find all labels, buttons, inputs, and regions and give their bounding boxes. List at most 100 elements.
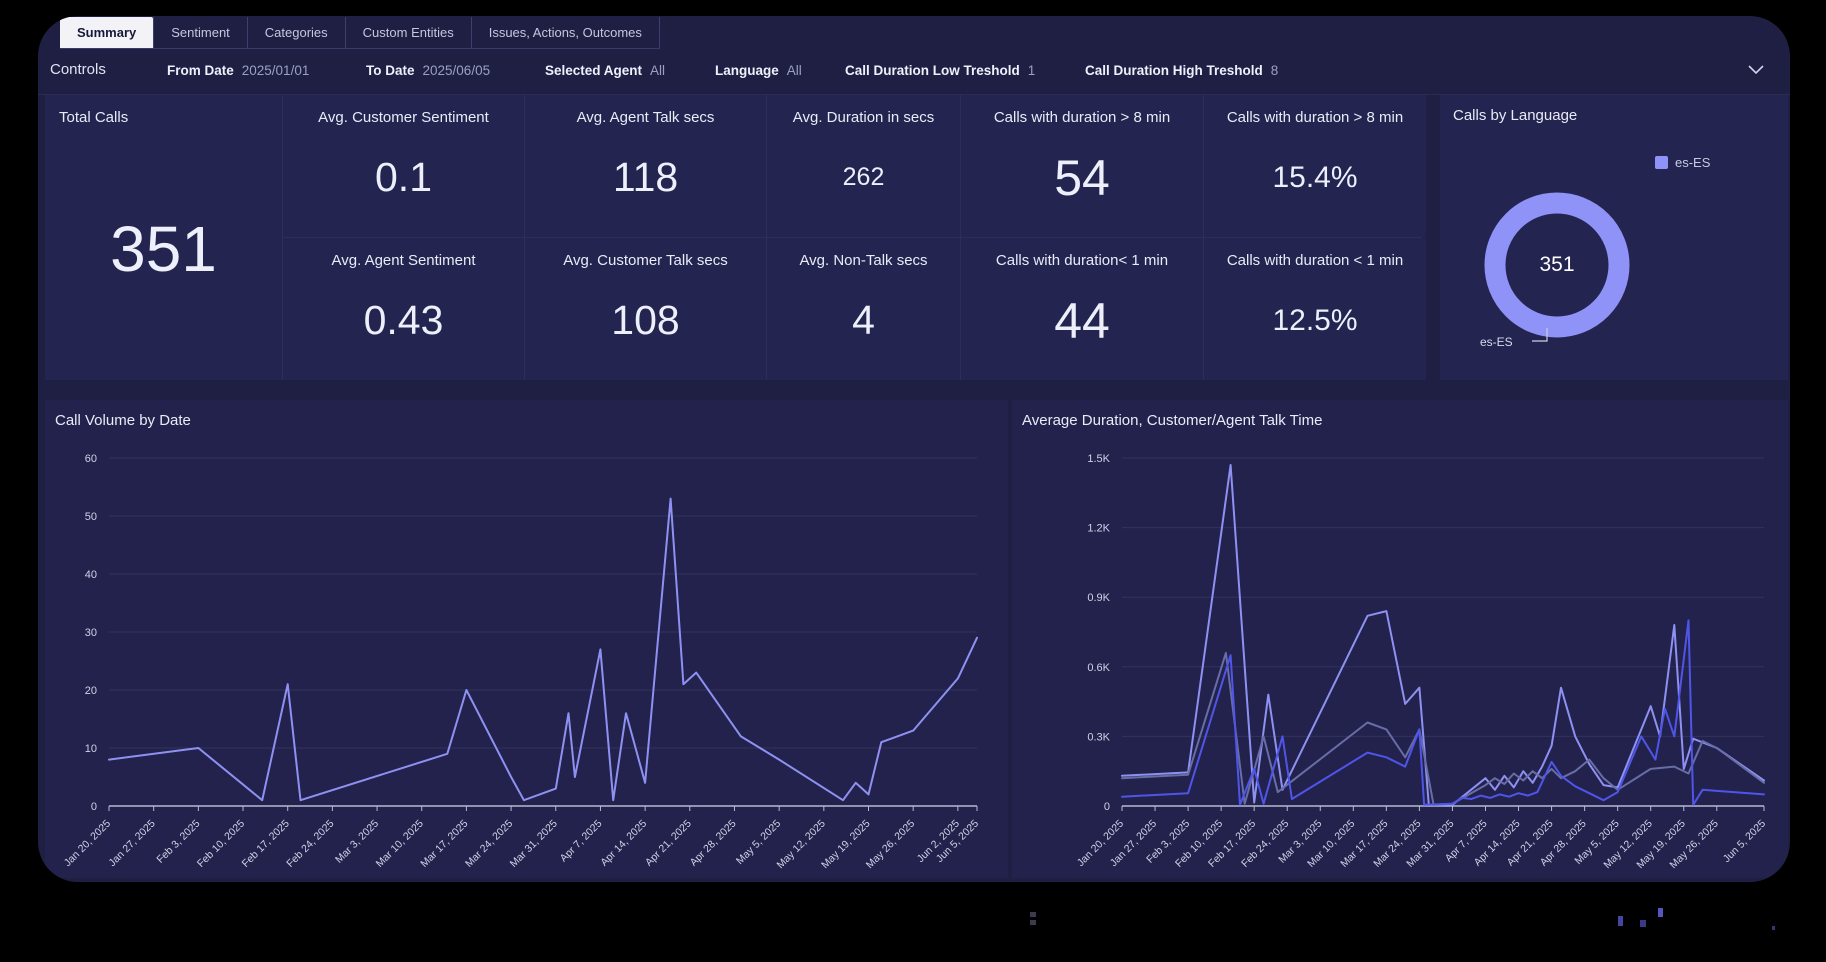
svg-text:60: 60 — [85, 453, 97, 465]
calls-by-language-panel[interactable]: Calls by Language es-ES 351 es-ES — [1440, 95, 1788, 380]
filter-value: 2025/06/05 — [423, 63, 491, 78]
svg-text:1.5K: 1.5K — [1087, 453, 1110, 465]
dashboard: Summary Sentiment Categories Custom Enti… — [38, 16, 1790, 882]
kpi-calls-gt-8min: Calls with duration > 8 min 54 — [961, 95, 1203, 237]
kpi-label: Calls with duration< 1 min — [996, 252, 1168, 269]
tab-bar: Summary Sentiment Categories Custom Enti… — [60, 17, 660, 49]
chart-title: Call Volume by Date — [55, 412, 191, 429]
filter-value: 2025/01/01 — [242, 63, 310, 78]
kpi-value: 351 — [110, 126, 217, 372]
filter-duration-high-treshold[interactable]: Call Duration High Treshold 8 — [1085, 63, 1278, 78]
kpi-value: 118 — [613, 126, 678, 229]
kpi-avg-agent-talk-secs: Avg. Agent Talk secs 118 — [525, 95, 766, 237]
footer-artifact — [1658, 908, 1663, 917]
svg-text:Mar 31, 2025: Mar 31, 2025 — [508, 818, 560, 870]
filter-from-date[interactable]: From Date 2025/01/01 — [167, 63, 309, 78]
svg-text:30: 30 — [85, 627, 97, 639]
tab-summary[interactable]: Summary — [60, 17, 153, 48]
svg-text:Apr 14, 2025: Apr 14, 2025 — [598, 818, 649, 869]
svg-text:Apr 28, 2025: Apr 28, 2025 — [688, 818, 739, 869]
svg-text:1.2K: 1.2K — [1087, 523, 1110, 535]
svg-text:0: 0 — [91, 801, 97, 813]
kpi-value: 54 — [1054, 126, 1110, 229]
tab-issues-actions-outcomes[interactable]: Issues, Actions, Outcomes — [471, 17, 660, 48]
svg-text:Apr 7, 2025: Apr 7, 2025 — [558, 818, 605, 865]
svg-text:Jun 5, 2025: Jun 5, 2025 — [1721, 818, 1768, 865]
call-volume-chart[interactable]: 0102030405060Jan 20, 2025Jan 27, 2025Feb… — [45, 430, 1008, 876]
filter-value: All — [787, 63, 802, 78]
kpi-label: Avg. Agent Talk secs — [577, 109, 715, 126]
controls-title: Controls — [50, 61, 106, 78]
footer-artifact — [1618, 916, 1623, 926]
footer-artifact — [1030, 912, 1036, 917]
donut-data-label-text: es-ES — [1480, 335, 1513, 349]
svg-text:May 5, 2025: May 5, 2025 — [734, 818, 783, 867]
kpi-label: Avg. Customer Talk secs — [563, 252, 728, 269]
svg-text:20: 20 — [85, 685, 97, 697]
filter-selected-agent[interactable]: Selected Agent All — [545, 63, 665, 78]
svg-text:0.9K: 0.9K — [1087, 592, 1110, 604]
kpi-calls-lt-1min: Calls with duration< 1 min 44 — [961, 238, 1203, 380]
filter-label: Call Duration High Treshold — [1085, 63, 1263, 78]
donut-center-value: 351 — [1477, 185, 1637, 345]
filter-label: Selected Agent — [545, 63, 642, 78]
filter-value: All — [650, 63, 665, 78]
filter-label: Language — [715, 63, 779, 78]
svg-text:Feb 24, 2025: Feb 24, 2025 — [284, 818, 336, 870]
kpi-value: 44 — [1054, 269, 1110, 372]
kpi-label: Calls with duration > 8 min — [994, 109, 1170, 126]
chevron-down-icon[interactable] — [1748, 65, 1764, 75]
svg-text:Mar 3, 2025: Mar 3, 2025 — [333, 818, 381, 866]
footer-artifact — [1640, 920, 1646, 927]
panel-title: Calls by Language — [1453, 107, 1577, 124]
svg-text:10: 10 — [85, 743, 97, 755]
kpi-avg-customer-talk-secs: Avg. Customer Talk secs 108 — [525, 238, 766, 380]
svg-text:Jan 27, 2025: Jan 27, 2025 — [106, 818, 158, 870]
kpi-avg-non-talk-secs: Avg. Non-Talk secs 4 — [767, 238, 960, 380]
kpi-avg-duration-secs: Avg. Duration in secs 262 — [767, 95, 960, 237]
kpi-value: 4 — [852, 269, 875, 372]
legend-label: es-ES — [1675, 155, 1710, 170]
filter-label: Call Duration Low Treshold — [845, 63, 1020, 78]
filter-language[interactable]: Language All — [715, 63, 802, 78]
kpi-label: Avg. Agent Sentiment — [332, 252, 476, 269]
legend-swatch — [1655, 156, 1668, 169]
controls-bar: Controls From Date 2025/01/01 To Date2025… — [38, 49, 1790, 95]
svg-text:0: 0 — [1104, 801, 1110, 813]
filter-value: 1 — [1028, 63, 1036, 78]
svg-text:Feb 3, 2025: Feb 3, 2025 — [154, 818, 202, 866]
talk-time-chart[interactable]: 00.3K0.6K0.9K1.2K1.5KJan 20, 2025Jan 27,… — [1012, 430, 1788, 876]
svg-text:Jan 20, 2025: Jan 20, 2025 — [62, 818, 114, 870]
tab-categories[interactable]: Categories — [247, 17, 345, 48]
footer-artifact — [1030, 920, 1036, 925]
donut-chart[interactable]: 351 — [1477, 185, 1637, 345]
donut-data-label: es-ES — [1480, 335, 1513, 349]
legend[interactable]: es-ES — [1655, 155, 1710, 170]
kpi-value: 0.43 — [364, 269, 444, 372]
tab-custom-entities[interactable]: Custom Entities — [345, 17, 471, 48]
kpi-label: Avg. Duration in secs — [793, 109, 934, 126]
screen: { "tabs": { "items": [ {"label": "Summar… — [0, 0, 1826, 962]
svg-text:0.3K: 0.3K — [1087, 731, 1110, 743]
svg-text:40: 40 — [85, 569, 97, 581]
svg-text:50: 50 — [85, 511, 97, 523]
kpi-calls-lt-1min-pct: Calls with duration < 1 min 12.5% — [1204, 238, 1426, 380]
filter-duration-low-treshold[interactable]: Call Duration Low Treshold 1 — [845, 63, 1035, 78]
kpi-label: Total Calls — [51, 109, 276, 126]
kpi-value: 15.4% — [1272, 126, 1357, 229]
kpi-value: 0.1 — [375, 126, 432, 229]
kpi-grid: Total Calls 351 Avg. Customer Sentiment … — [45, 95, 1422, 380]
chart-title: Average Duration, Customer/Agent Talk Ti… — [1022, 412, 1322, 429]
kpi-total-calls: Total Calls 351 — [45, 95, 282, 380]
kpi-avg-customer-sentiment: Avg. Customer Sentiment 0.1 — [283, 95, 524, 237]
call-volume-panel[interactable]: Call Volume by Date 0 10 20 30 40 50 60 Jan 20,… — [45, 400, 1008, 878]
kpi-value: 12.5% — [1272, 269, 1357, 372]
tab-sentiment[interactable]: Sentiment — [153, 17, 247, 48]
kpi-label: Avg. Customer Sentiment — [318, 109, 489, 126]
filter-label: From Date — [167, 63, 234, 78]
footer-artifact — [1772, 926, 1775, 930]
kpi-value: 108 — [611, 269, 679, 372]
filter-to-date[interactable]: To Date2025/06/05 — [366, 63, 490, 78]
filter-value: 8 — [1271, 63, 1279, 78]
talk-time-panel[interactable]: Average Duration, Customer/Agent Talk Ti… — [1012, 400, 1788, 878]
